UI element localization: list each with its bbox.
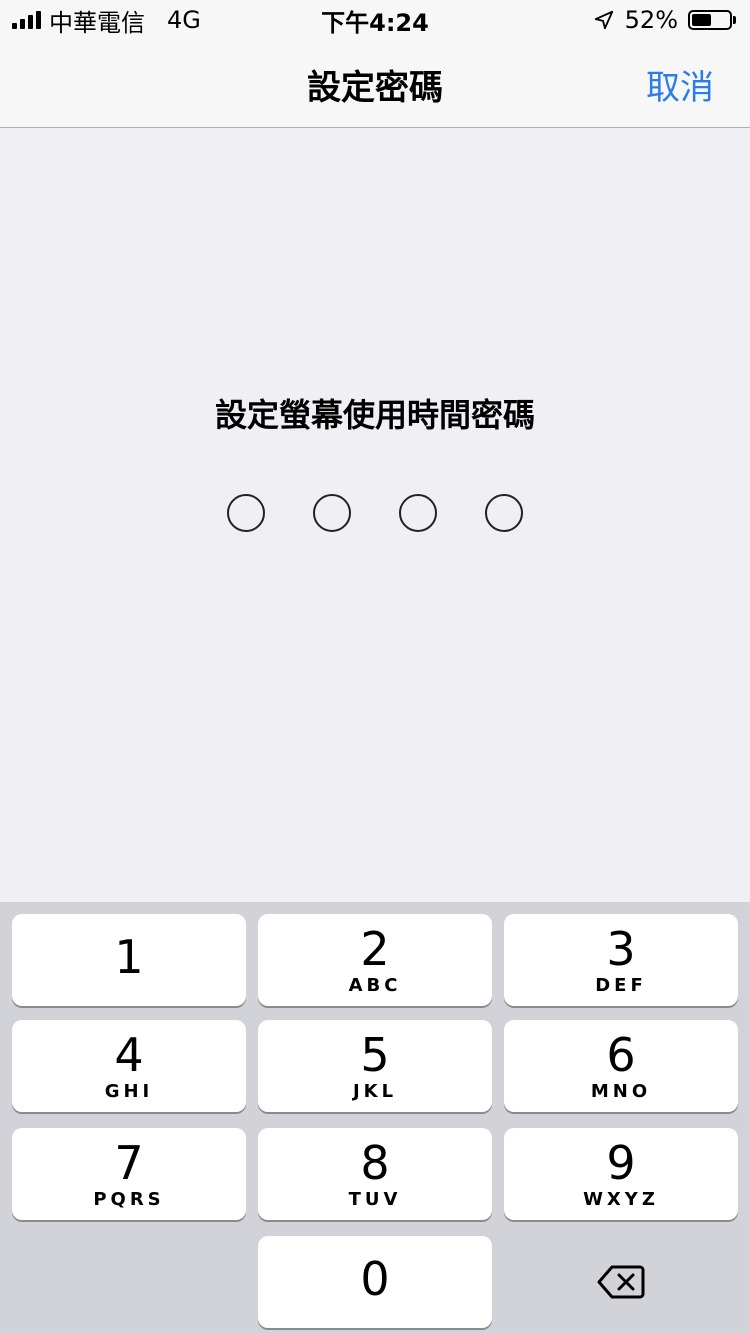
keypad-key-4[interactable]: 4 GHI: [12, 1020, 246, 1112]
numeric-keypad: 1 2 ABC 3 DEF 4 GHI 5 JKL 6 MNO 7 PQRS 8 TUV 9 WXYZ 0: [0, 902, 750, 1334]
page-title: 設定密碼: [307, 67, 443, 108]
key-digit: 7: [114, 1135, 144, 1190]
key-digit: 3: [606, 921, 636, 976]
key-letters: TUV: [348, 1188, 402, 1210]
passcode-dot: [485, 494, 523, 532]
key-digit: 6: [606, 1027, 636, 1082]
battery-icon: [688, 10, 736, 30]
keypad-key-1[interactable]: 1: [12, 914, 246, 1006]
key-digit: 1: [114, 930, 144, 984]
cancel-button[interactable]: 取消: [646, 40, 714, 128]
backspace-icon: [597, 1265, 645, 1299]
keypad-key-7[interactable]: 7 PQRS: [12, 1128, 246, 1220]
keypad-key-3[interactable]: 3 DEF: [504, 914, 738, 1006]
key-letters: MNO: [590, 1080, 652, 1102]
battery-percent: 52%: [624, 6, 678, 34]
passcode-dot: [313, 494, 351, 532]
key-letters: GHI: [104, 1080, 154, 1102]
keypad-key-2[interactable]: 2 ABC: [258, 914, 492, 1006]
key-digit: 0: [360, 1252, 390, 1306]
key-digit: 4: [114, 1027, 144, 1082]
key-letters: WXYZ: [583, 1188, 659, 1210]
status-bar: 中華電信 4G 下午4:24 52%: [0, 0, 750, 40]
navigation-bar: 設定密碼 取消: [0, 40, 750, 128]
delete-button[interactable]: [504, 1236, 738, 1328]
key-letters: PQRS: [93, 1188, 165, 1210]
passcode-dot: [399, 494, 437, 532]
key-digit: 2: [360, 921, 390, 976]
key-letters: DEF: [595, 974, 647, 996]
passcode-prompt: 設定螢幕使用時間密碼: [214, 396, 535, 434]
key-digit: 8: [360, 1135, 390, 1190]
keypad-key-0[interactable]: 0: [258, 1236, 492, 1328]
passcode-dots: [0, 494, 750, 532]
key-digit: 9: [606, 1135, 636, 1190]
keypad-key-5[interactable]: 5 JKL: [258, 1020, 492, 1112]
keypad-key-9[interactable]: 9 WXYZ: [504, 1128, 738, 1220]
location-arrow-icon: [594, 10, 613, 30]
key-digit: 5: [360, 1027, 390, 1082]
keypad-key-8[interactable]: 8 TUV: [258, 1128, 492, 1220]
key-letters: ABC: [348, 974, 402, 996]
status-right: 52%: [593, 0, 736, 40]
keypad-key-6[interactable]: 6 MNO: [504, 1020, 738, 1112]
key-letters: JKL: [352, 1080, 398, 1102]
passcode-dot: [227, 494, 265, 532]
